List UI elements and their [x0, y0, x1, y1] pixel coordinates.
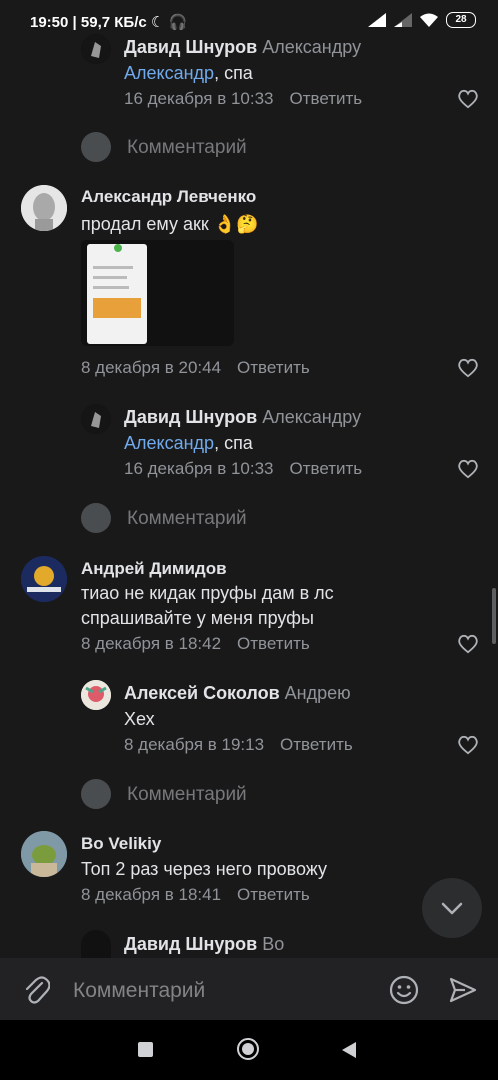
comment-meta: 8 декабря в 19:13 Ответить [124, 735, 353, 755]
comment-date: 8 декабря в 18:42 [81, 634, 222, 653]
comment-date: 16 декабря в 10:33 [124, 89, 274, 108]
avatar[interactable] [21, 185, 67, 231]
comment-prompt[interactable]: Комментарий [127, 784, 247, 806]
emoji-icon[interactable] [389, 975, 419, 1005]
my-avatar [81, 503, 111, 533]
comment-author[interactable]: Bo Velikiy [81, 834, 161, 854]
headphones-icon: 🎧 [168, 14, 188, 31]
avatar-photo [81, 680, 111, 710]
avatar-photo [81, 404, 111, 434]
comment-author[interactable]: Давид Шнуров Александру [124, 37, 361, 58]
comment-meta: 8 декабря в 18:41 Ответить [81, 885, 310, 905]
attach-icon[interactable] [22, 974, 50, 1006]
comment-author[interactable]: Давид Шнуров Александру [124, 407, 361, 428]
like-icon[interactable] [457, 358, 479, 378]
chevron-down-icon [441, 902, 463, 915]
my-avatar [81, 132, 111, 162]
like-icon[interactable] [457, 735, 479, 755]
comment-prompt[interactable]: Комментарий [127, 508, 247, 530]
reply-to: Bo [262, 934, 285, 954]
comment-text: Хех [124, 709, 155, 729]
recent-apps-icon[interactable] [138, 1042, 153, 1057]
comment-text: Александр, спа [124, 63, 253, 83]
comment-date: 16 декабря в 10:33 [124, 459, 274, 478]
status-time-speed: 19:50 | 59,7 КБ/с [30, 14, 147, 31]
comment-author[interactable]: Александр Левченко [81, 187, 256, 207]
comment-meta: 16 декабря в 10:33 Ответить [124, 89, 362, 109]
comment-date: 8 декабря в 20:44 [81, 358, 222, 377]
battery-icon: 28 [446, 12, 476, 28]
my-avatar [81, 779, 111, 809]
attached-image[interactable] [81, 240, 234, 346]
avatar[interactable] [81, 34, 111, 64]
like-icon[interactable] [457, 459, 479, 479]
mention-link[interactable]: Александр [124, 433, 214, 453]
reply-to: Андрею [284, 683, 351, 703]
reply-button[interactable]: Ответить [280, 735, 353, 754]
avatar[interactable] [21, 831, 67, 877]
comment-author[interactable]: Алексей Соколов Андрею [124, 683, 351, 704]
avatar[interactable] [81, 680, 111, 710]
send-icon[interactable] [449, 976, 477, 1004]
reply-button[interactable]: Ответить [237, 358, 310, 377]
home-icon[interactable] [237, 1038, 259, 1060]
back-icon[interactable] [341, 1041, 357, 1059]
comment-meta: 8 декабря в 20:44 Ответить [81, 358, 310, 378]
moon-icon: ☾ [150, 14, 165, 31]
avatar-photo [21, 831, 67, 877]
comment-text: тиао не кидак пруфы дам в лс спрашивайте… [81, 583, 334, 628]
reply-button[interactable]: Ответить [237, 885, 310, 904]
like-icon[interactable] [457, 89, 479, 109]
scroll-down-button[interactable] [422, 878, 482, 938]
scrollbar[interactable] [492, 588, 496, 644]
comment-input[interactable]: Комментарий [73, 979, 205, 1003]
comment-prompt[interactable]: Комментарий [127, 137, 247, 159]
reply-to: Александру [262, 407, 362, 427]
wifi-icon [420, 13, 438, 27]
comment-meta: 8 декабря в 18:42 Ответить [81, 634, 310, 654]
signal-icon-2 [394, 13, 412, 27]
comment-date: 8 декабря в 19:13 [124, 735, 265, 754]
avatar[interactable] [81, 404, 111, 434]
comment-date: 8 декабря в 18:41 [81, 885, 222, 904]
reply-button[interactable]: Ответить [290, 89, 363, 108]
comment-author[interactable]: Давид Шнуров Bo [124, 934, 284, 955]
avatar-photo [81, 34, 111, 64]
comment-meta: 16 декабря в 10:33 Ответить [124, 459, 362, 479]
like-icon[interactable] [457, 634, 479, 654]
avatar[interactable] [81, 930, 111, 958]
comment-text: продал ему акк 👌🤔 [81, 214, 259, 234]
reply-to: Александру [262, 37, 362, 57]
reply-button[interactable]: Ответить [237, 634, 310, 653]
avatar-photo [21, 556, 67, 602]
reply-button[interactable]: Ответить [290, 459, 363, 478]
comment-text: Топ 2 раз через него провожу [81, 859, 328, 879]
avatar[interactable] [21, 556, 67, 602]
mention-link[interactable]: Александр [124, 63, 214, 83]
signal-icon [368, 13, 386, 27]
comment-author[interactable]: Андрей Димидов [81, 559, 227, 579]
screenshot-thumbnail [87, 244, 147, 344]
comment-text: Александр, спа [124, 433, 253, 453]
avatar-photo [21, 185, 67, 231]
